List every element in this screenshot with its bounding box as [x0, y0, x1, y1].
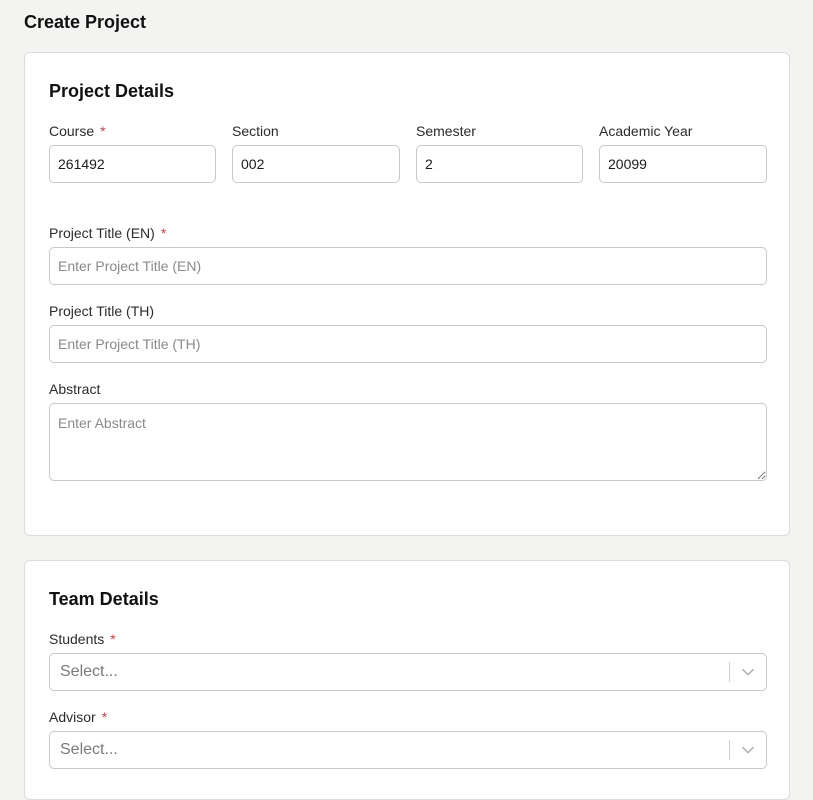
- course-input[interactable]: [49, 145, 216, 183]
- project-title-en-label-text: Project Title (EN): [49, 225, 155, 241]
- required-mark: *: [110, 631, 116, 647]
- chevron-down-icon[interactable]: [739, 663, 757, 681]
- advisor-label-text: Advisor: [49, 709, 96, 725]
- advisor-label: Advisor *: [49, 708, 107, 726]
- chevron-down-icon[interactable]: [739, 741, 757, 759]
- project-title-th-label: Project Title (TH): [49, 303, 155, 319]
- students-select-placeholder: Select...: [60, 663, 118, 680]
- section-label: Section: [232, 123, 279, 139]
- team-details-title: Team Details: [49, 589, 159, 609]
- course-label-text: Course: [49, 123, 95, 139]
- project-title-en-label: Project Title (EN) *: [49, 224, 166, 242]
- academic-year-input[interactable]: [599, 145, 767, 183]
- semester-input[interactable]: [416, 145, 583, 183]
- required-mark: *: [100, 123, 106, 139]
- select-separator: [729, 740, 730, 760]
- section-input[interactable]: [232, 145, 400, 183]
- select-separator: [729, 662, 730, 682]
- academic-year-label: Academic Year: [599, 123, 693, 139]
- project-title-en-input[interactable]: [49, 247, 767, 285]
- students-select[interactable]: Select...: [49, 653, 767, 691]
- project-details-title: Project Details: [49, 81, 175, 101]
- project-title-th-input[interactable]: [49, 325, 767, 363]
- required-mark: *: [101, 709, 108, 725]
- advisor-select-placeholder: Select...: [60, 741, 118, 758]
- abstract-textarea[interactable]: [49, 403, 767, 481]
- required-mark: *: [160, 225, 167, 241]
- students-label-text: Students: [49, 631, 105, 647]
- project-details-card: Project Details Course * Section Semester…: [24, 52, 790, 536]
- semester-label: Semester: [416, 123, 476, 139]
- advisor-select[interactable]: Select...: [49, 731, 767, 769]
- page-title: Create Project: [24, 12, 147, 32]
- students-label: Students *: [49, 630, 116, 648]
- course-label: Course *: [49, 122, 106, 140]
- abstract-label: Abstract: [49, 381, 101, 397]
- team-details-card: Team Details Students * Select... Advisor…: [24, 560, 790, 800]
